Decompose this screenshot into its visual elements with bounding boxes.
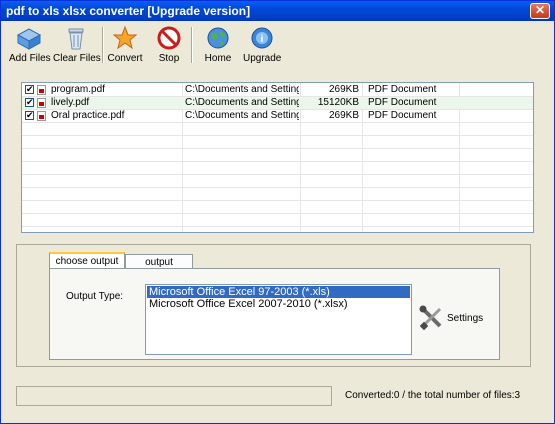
trash-icon: [68, 28, 84, 50]
check-icon: ✔: [26, 110, 34, 120]
pdf-file-icon: [37, 85, 46, 95]
clear-files-button[interactable]: Clear Files: [53, 25, 101, 67]
toolbar-separator: [102, 27, 104, 63]
stop-button[interactable]: Stop: [153, 25, 185, 67]
grid-line: [22, 174, 533, 175]
file-row[interactable]: ✔ Oral practice.pdf C:\Documents and Set…: [22, 110, 533, 122]
toolbar: Add Files Clear Files Convert Stop Home …: [1, 21, 554, 69]
tab-choose-output-file[interactable]: choose output file: [49, 252, 125, 282]
grid-line: [22, 161, 533, 162]
pdf-file-icon: [37, 111, 46, 121]
grid-line: [22, 148, 533, 149]
output-option-xls[interactable]: Microsoft Office Excel 97-2003 (*.xls): [147, 286, 410, 298]
progress-bar: [16, 386, 332, 406]
output-type-label: Output Type:: [66, 291, 124, 302]
svg-text:i: i: [261, 34, 264, 45]
output-type-list[interactable]: Microsoft Office Excel 97-2003 (*.xls) M…: [145, 284, 412, 355]
close-icon: ✕: [534, 3, 546, 17]
check-icon: ✔: [26, 84, 34, 94]
grid-line: [22, 226, 533, 227]
stop-icon: [157, 26, 181, 50]
add-files-label: Add Files: [9, 53, 51, 64]
star-icon: [112, 25, 138, 50]
convert-button[interactable]: Convert: [107, 25, 143, 67]
file-checkbox[interactable]: ✔: [25, 97, 34, 107]
grid-line: [22, 213, 533, 214]
file-list[interactable]: ✔ program.pdf C:\Documents and Setting..…: [21, 82, 534, 233]
file-path: C:\Documents and Setting...: [185, 97, 299, 108]
tab-output-directory[interactable]: output directory: [125, 254, 193, 283]
file-path: C:\Documents and Setting...: [185, 84, 299, 95]
grid-line: [22, 200, 533, 201]
window-title: pdf to xls xlsx converter [Upgrade versi…: [6, 4, 251, 18]
title-bar[interactable]: pdf to xls xlsx converter [Upgrade versi…: [1, 1, 554, 21]
file-type: PDF Document: [368, 84, 437, 95]
file-name: Oral practice.pdf: [51, 110, 125, 121]
output-option-xlsx[interactable]: Microsoft Office Excel 2007-2010 (*.xlsx…: [147, 298, 410, 310]
file-path: C:\Documents and Setting...: [185, 110, 299, 121]
file-checkbox[interactable]: ✔: [25, 84, 34, 94]
upgrade-label: Upgrade: [243, 53, 282, 64]
toolbar-separator: [191, 27, 193, 63]
settings-button[interactable]: Settings: [418, 304, 486, 332]
close-button[interactable]: ✕: [530, 3, 550, 19]
upgrade-icon: i: [251, 27, 273, 49]
file-row[interactable]: ✔ lively.pdf C:\Documents and Setting...…: [22, 97, 533, 109]
check-icon: ✔: [26, 97, 34, 107]
grid-line: [22, 122, 533, 123]
add-files-button[interactable]: Add Files: [9, 25, 51, 67]
file-name: lively.pdf: [51, 97, 90, 108]
file-checkbox[interactable]: ✔: [25, 110, 34, 120]
convert-label: Convert: [107, 53, 143, 64]
file-size: 269KB: [328, 84, 359, 95]
file-size: 15120KB: [317, 97, 359, 108]
clear-files-label: Clear Files: [53, 53, 101, 64]
globe-icon: [207, 27, 229, 49]
file-type: PDF Document: [368, 97, 437, 108]
file-name: program.pdf: [51, 84, 105, 95]
home-label: Home: [204, 53, 232, 64]
file-type: PDF Document: [368, 110, 437, 121]
pdf-file-icon: [37, 98, 46, 108]
grid-line: [22, 187, 533, 188]
app-window: pdf to xls xlsx converter [Upgrade versi…: [0, 0, 555, 424]
file-row[interactable]: ✔ program.pdf C:\Documents and Setting..…: [22, 84, 533, 96]
tools-icon: [419, 305, 442, 331]
home-button[interactable]: Home: [201, 25, 235, 67]
upgrade-button[interactable]: i Upgrade: [243, 25, 281, 67]
conversion-status: Converted:0 / the total number of files:…: [345, 390, 521, 401]
file-size: 269KB: [328, 110, 359, 121]
settings-label: Settings: [447, 313, 484, 324]
stop-label: Stop: [158, 53, 180, 64]
grid-line: [22, 135, 533, 136]
add-files-icon: [16, 28, 42, 50]
